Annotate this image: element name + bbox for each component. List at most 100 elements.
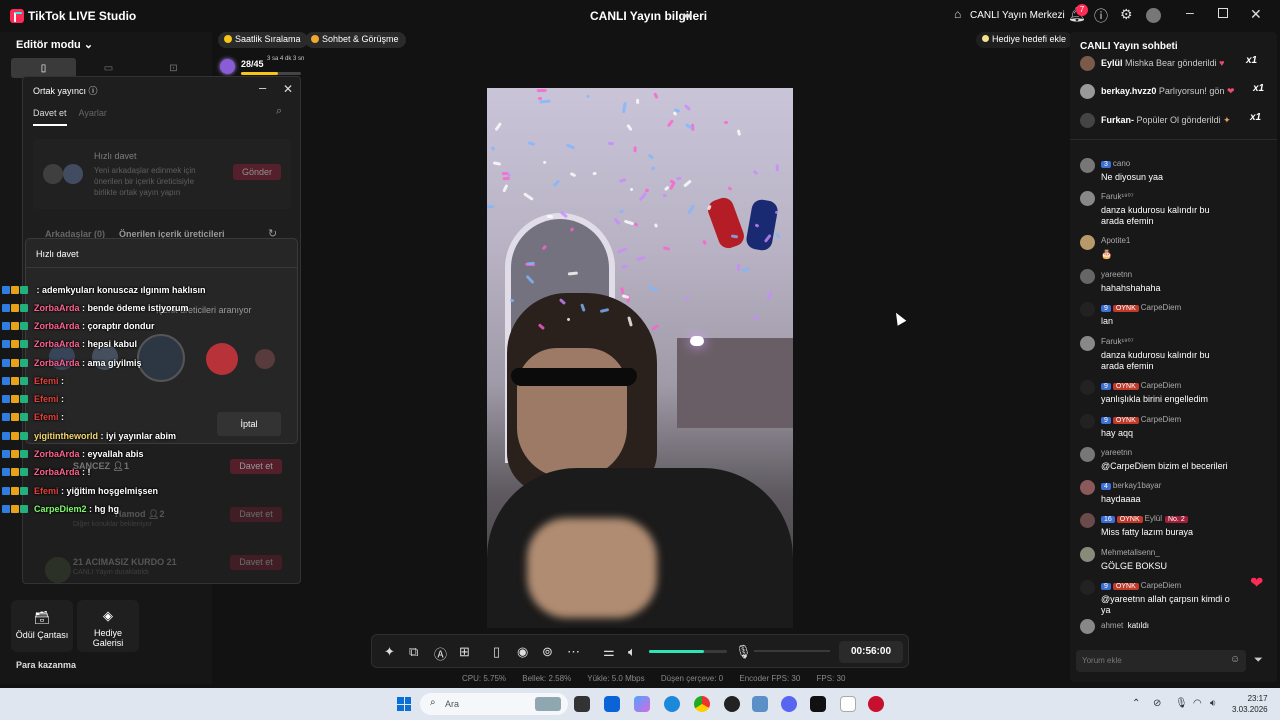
gear-icon[interactable]: ⚙	[1120, 6, 1133, 23]
magic-wand-icon[interactable]: ✦	[384, 644, 395, 660]
tab-settings[interactable]: Ayarlar	[79, 108, 107, 118]
live-center-link[interactable]: CANLI Yayın Merkezi	[970, 10, 1065, 21]
filter-icon[interactable]: ⏷	[1254, 654, 1263, 667]
home-icon[interactable]: ⌂	[954, 7, 961, 21]
editor-mode-dropdown[interactable]: Editör modu ⌄	[16, 38, 93, 51]
close-icon[interactable]: ✕	[1250, 6, 1262, 23]
close-icon[interactable]: ✕	[283, 82, 293, 96]
search-icon[interactable]: ⌕	[276, 105, 282, 118]
invite-button[interactable]: Davet et	[230, 555, 282, 570]
chevron-up-icon[interactable]: ⌃	[1132, 698, 1140, 709]
chat-username[interactable]: Eylül	[1145, 514, 1162, 523]
outlook-icon[interactable]	[604, 696, 620, 712]
volume-slider[interactable]	[649, 650, 727, 653]
record-icon[interactable]: ◉	[517, 644, 528, 660]
comment-input[interactable]: Yorum ekle ☺	[1076, 650, 1246, 672]
minimize-icon[interactable]: –	[1186, 4, 1194, 20]
avatar	[45, 557, 71, 583]
cancel-button[interactable]: İptal	[217, 412, 281, 436]
gift-gallery-button[interactable]: ◈ Hediye Galerisi	[77, 600, 139, 652]
user-badges-icon	[2, 450, 34, 460]
disco-light-dot	[653, 92, 659, 99]
tab-invite[interactable]: Davet et	[33, 108, 67, 126]
chat-username[interactable]: cano	[1113, 159, 1130, 168]
chat-meet-pill[interactable]: Sohbet & Görüşme	[305, 32, 406, 48]
reward-bag-button[interactable]: 🗃︎ Ödül Çantası	[11, 600, 73, 652]
chat-username[interactable]: CarpeDiem	[1141, 303, 1181, 312]
chat-username[interactable]: CarpeDiem	[1141, 581, 1181, 590]
avatar	[1080, 158, 1095, 173]
chat-message-header: 9 OYNK CarpeDiem	[1101, 415, 1181, 424]
chat-username[interactable]: Faruk¹⁹⁰⁷	[1101, 337, 1134, 346]
speaker-icon[interactable]: 🔉︎	[1210, 698, 1216, 709]
notepad-icon[interactable]	[840, 696, 856, 712]
chat-username[interactable]: CarpeDiem	[1141, 381, 1181, 390]
screen-share-icon[interactable]: ⧉	[409, 644, 418, 660]
lock-button[interactable]: ⊡	[141, 58, 206, 78]
gift-goal-pill[interactable]: Hediye hedefi ekle	[976, 32, 1074, 48]
windows-start-icon[interactable]	[397, 697, 411, 711]
discord-icon[interactable]	[781, 696, 797, 712]
more-icon[interactable]: ⋯	[567, 644, 580, 660]
chat-username[interactable]: berkay1bayar	[1113, 481, 1161, 490]
app-icon[interactable]	[752, 696, 768, 712]
chat-username[interactable]: Mehmetalisenn_	[1101, 548, 1160, 557]
help-icon[interactable]: ⓘ	[1094, 6, 1108, 26]
microphone-icon[interactable]: 🎙︎	[735, 644, 752, 660]
ai-icon[interactable]: Ⓐ	[434, 644, 447, 663]
network-icon[interactable]: ⊘	[1153, 698, 1161, 709]
copilot-icon[interactable]	[634, 696, 650, 712]
info-icon[interactable]: ⓘ	[89, 86, 98, 96]
microphone-icon[interactable]: 🎙︎	[1175, 698, 1188, 709]
overlay-chat-line: yigitintheworld : iyi yayınlar abim	[2, 431, 176, 442]
chat-message-header: 16 OYNK Eylül No. 2	[1101, 514, 1190, 523]
mic-slider[interactable]	[754, 650, 830, 652]
fps-stat: FPS: 30	[816, 674, 846, 683]
chat-username[interactable]: yareetnn	[1101, 270, 1132, 279]
disco-light-dot	[492, 161, 501, 167]
notification-badge: 7	[1076, 4, 1088, 16]
overlay-chat-line: ZorbaArda : !	[2, 467, 91, 478]
invite-button[interactable]: Davet et	[230, 459, 282, 474]
overlay-chat-user: ZorbaArda	[34, 467, 80, 477]
chat-message-text: danza kudurosu kalındır bu arada efemin	[1101, 205, 1210, 226]
search-highlight-icon	[535, 697, 561, 711]
guest-count: 2	[159, 509, 165, 519]
tiktok-icon[interactable]	[810, 696, 826, 712]
taskbar-search[interactable]: ⌕ Ara	[420, 693, 568, 715]
overlay-chat-line: Efemi :	[2, 394, 64, 405]
portrait-button[interactable]: ▯	[11, 58, 76, 78]
phone-icon[interactable]: ▯	[493, 644, 500, 660]
chrome-icon[interactable]	[694, 696, 710, 712]
bag-icon: 🗃︎	[33, 610, 51, 625]
chat-username[interactable]: Faruk¹⁹⁰⁷	[1101, 192, 1134, 201]
emoji-icon[interactable]: ☺	[1230, 654, 1240, 665]
landscape-button[interactable]: ▭	[76, 58, 141, 78]
minimize-icon[interactable]: –	[259, 80, 266, 95]
settings-sliders-icon[interactable]: ⚌	[603, 644, 615, 660]
tiktok-studio-icon[interactable]	[868, 696, 884, 712]
chat-username[interactable]: Apotite1	[1101, 236, 1130, 245]
invite-button[interactable]: Davet et	[230, 507, 282, 522]
steam-icon[interactable]	[724, 696, 740, 712]
wifi-icon[interactable]: ◠	[1193, 698, 1202, 709]
speaker-icon[interactable]: 🔈︎	[628, 644, 636, 660]
gift-text: Popüler Ol gönderildi	[1136, 115, 1221, 125]
add-source-icon[interactable]: ⊞	[459, 644, 470, 660]
goal-time: 3 sa 4 dk 3 sn	[267, 56, 305, 62]
task-view-icon[interactable]	[574, 696, 590, 712]
gift-goal-widget[interactable]: 28/45 3 sa 4 dk 3 sn	[218, 55, 306, 77]
edge-icon[interactable]	[664, 696, 680, 712]
overlay-chat-text: hepsi kabul	[87, 339, 138, 349]
system-clock[interactable]: 23:17 3.03.2026	[1232, 693, 1268, 715]
share-icon[interactable]: ➦	[682, 8, 693, 24]
maximize-icon[interactable]	[1218, 8, 1228, 18]
live-video-preview[interactable]	[487, 88, 793, 628]
avatar[interactable]	[1146, 8, 1161, 23]
chat-username[interactable]: yareetnn	[1101, 448, 1132, 457]
chat-username[interactable]: CarpeDiem	[1141, 415, 1181, 424]
hourly-ranking-pill[interactable]: Saatlik Sıralama	[218, 32, 308, 48]
cohost-title: Ortak yayıncı ⓘ	[33, 84, 98, 97]
camera-icon[interactable]: ⊚	[542, 644, 553, 660]
send-button[interactable]: Gönder	[233, 164, 281, 180]
